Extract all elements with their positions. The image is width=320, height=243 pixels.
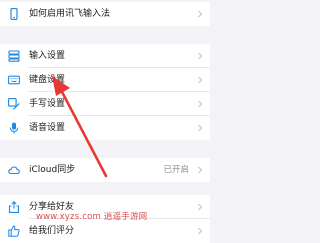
thumbs-up-icon [8, 225, 20, 237]
chevron-right-icon [198, 166, 203, 174]
share-icon [8, 201, 20, 213]
row-how-to-enable[interactable]: 如何启用讯飞输入法 [0, 2, 210, 26]
icloud-status: 已开启 [163, 165, 189, 175]
phone-icon [10, 8, 18, 20]
row-label: 如何启用讯飞输入法 [29, 9, 111, 19]
keyboard-icon [8, 75, 20, 85]
cloud-icon [8, 166, 20, 175]
chevron-right-icon [198, 227, 203, 235]
row-label: 输入设置 [29, 51, 66, 61]
row-label: 语音设置 [29, 123, 66, 133]
row-keyboard-settings[interactable]: 键盘设置 [0, 68, 210, 92]
group-settings: 输入设置 键盘设置 手写设置 语音设置 [0, 44, 210, 140]
row-voice-settings[interactable]: 语音设置 [0, 116, 210, 140]
stack-icon [8, 50, 20, 62]
chevron-right-icon [198, 100, 203, 108]
handwriting-icon [8, 98, 20, 110]
chevron-right-icon [198, 124, 203, 132]
watermark-text: www.xyzs.com 逍遥手游网 [36, 212, 148, 222]
row-icloud-sync[interactable]: iCloud同步 已开启 [0, 158, 210, 182]
group-sync: iCloud同步 已开启 [0, 158, 210, 182]
row-label: 手写设置 [29, 99, 66, 109]
microphone-icon [10, 122, 18, 134]
row-input-settings[interactable]: 输入设置 [0, 44, 210, 68]
chevron-right-icon [198, 52, 203, 60]
chevron-right-icon [198, 10, 203, 18]
chevron-right-icon [198, 76, 203, 84]
row-label: 键盘设置 [29, 75, 66, 85]
group-help: 如何启用讯飞输入法 [0, 2, 210, 26]
row-handwriting-settings[interactable]: 手写设置 [0, 92, 210, 116]
row-label: iCloud同步 [29, 165, 76, 175]
